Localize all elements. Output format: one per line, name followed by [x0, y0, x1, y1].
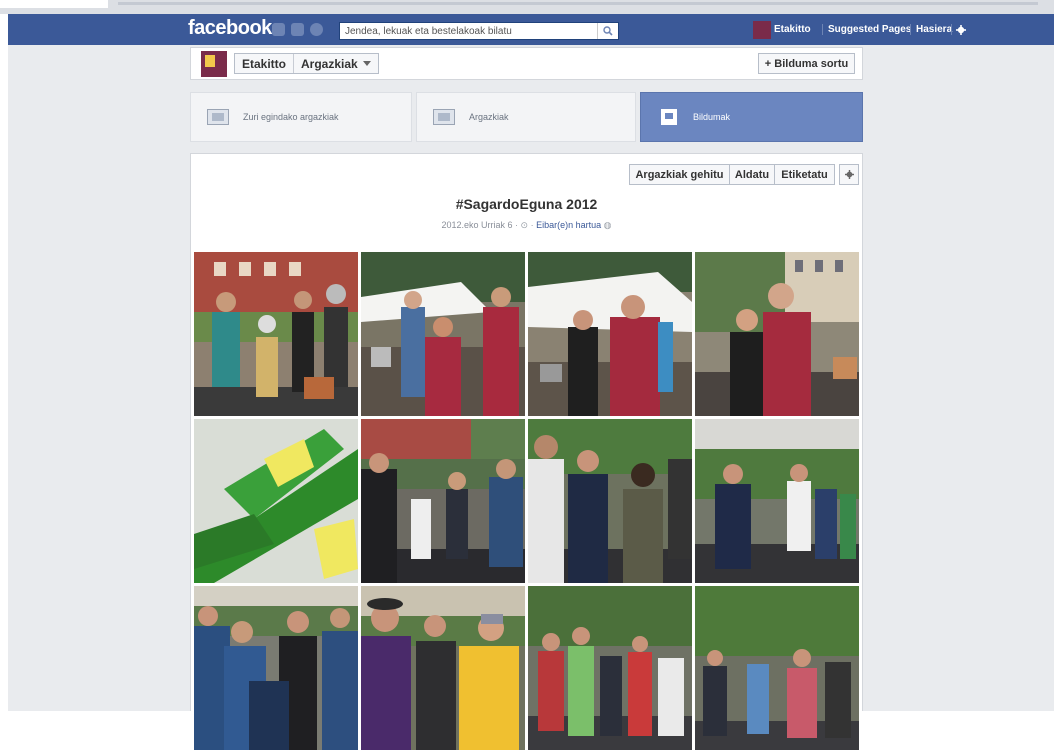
- friend-requests-icon[interactable]: [272, 23, 285, 36]
- facebook-top-bar: facebook Etakitto Suggested Pages Hasier…: [8, 14, 1054, 46]
- photo-thumbnail[interactable]: [528, 252, 692, 416]
- breadcrumb-section-label: Argazkiak: [301, 56, 358, 71]
- photo-thumbnail[interactable]: [695, 419, 859, 583]
- notifications-icon[interactable]: [310, 23, 323, 36]
- breadcrumb-section-dropdown[interactable]: Argazkiak: [294, 54, 378, 73]
- nav-link-etakitto[interactable]: Etakitto: [774, 24, 811, 35]
- settings-gear-icon[interactable]: [956, 25, 966, 35]
- album-title: #SagardoEguna 2012: [455, 196, 598, 212]
- album-options-button[interactable]: [839, 164, 859, 185]
- album-date: 2012.eko Urriak 6: [441, 220, 513, 230]
- photo-icon: [433, 109, 455, 125]
- tab-label: Zuri egindako argazkiak: [243, 112, 339, 122]
- facebook-logo[interactable]: facebook: [188, 17, 272, 40]
- nav-divider: [822, 24, 823, 35]
- photo-thumbnail[interactable]: [194, 419, 358, 583]
- nav-divider: [910, 24, 911, 35]
- breadcrumb: Etakitto Argazkiak: [234, 53, 379, 74]
- tag-button[interactable]: Etiketatu: [774, 164, 835, 185]
- photos-icon: [207, 109, 229, 125]
- photo-thumbnail[interactable]: [194, 586, 358, 750]
- page-header-card: Etakitto Argazkiak + Bilduma sortu: [190, 47, 863, 80]
- search-box: [339, 22, 619, 40]
- breadcrumb-page-name[interactable]: Etakitto: [235, 54, 295, 73]
- page-avatar[interactable]: [201, 51, 227, 77]
- tab-label: Bildumak: [693, 112, 731, 122]
- messages-icon[interactable]: [291, 23, 304, 36]
- clock-icon: ⊙: [520, 220, 529, 230]
- edit-album-button[interactable]: Aldatu: [729, 164, 775, 185]
- photo-thumbnail[interactable]: [194, 252, 358, 416]
- photo-thumbnail[interactable]: [528, 586, 692, 750]
- tab-label: Argazkiak: [469, 112, 509, 122]
- globe-icon: ◍: [603, 220, 612, 230]
- nav-link-hasiera[interactable]: Hasiera: [916, 24, 952, 35]
- photo-thumbnail[interactable]: [695, 586, 859, 750]
- photo-thumbnail[interactable]: [695, 252, 859, 416]
- album-icon: [661, 109, 677, 125]
- search-button[interactable]: [597, 23, 618, 39]
- nav-link-suggested-pages[interactable]: Suggested Pages: [828, 24, 911, 35]
- tab-albums[interactable]: Bildumak: [640, 92, 863, 142]
- photo-thumbnail[interactable]: [361, 586, 525, 750]
- album-location[interactable]: Eibar(e)n hartua: [536, 220, 601, 230]
- photo-thumbnail[interactable]: [361, 419, 525, 583]
- tab-photos[interactable]: Argazkiak: [416, 92, 636, 142]
- album-card: Argazkiak gehitu Aldatu Etiketatu #Sagar…: [190, 153, 863, 750]
- photo-thumbnail[interactable]: [361, 252, 525, 416]
- create-album-button[interactable]: + Bilduma sortu: [758, 53, 855, 74]
- page-avatar-small[interactable]: [753, 21, 771, 39]
- browser-toolbar-text: [118, 2, 1038, 5]
- album-meta: 2012.eko Urriak 6 · ⊙ · Eibar(e)n hartua…: [191, 220, 862, 231]
- photo-tabs: Zuri egindako argazkiak Argazkiak Bildum…: [190, 92, 863, 142]
- photo-thumbnail[interactable]: [528, 419, 692, 583]
- chevron-down-icon: [362, 61, 371, 66]
- nav-divider: [951, 24, 952, 35]
- tab-photos-of-you[interactable]: Zuri egindako argazkiak: [190, 92, 412, 142]
- search-input[interactable]: [340, 23, 605, 39]
- gear-icon: [844, 170, 854, 179]
- browser-top-strip: [0, 0, 1054, 14]
- search-icon: [603, 26, 613, 36]
- add-photos-button[interactable]: Argazkiak gehitu: [629, 164, 730, 185]
- browser-tab[interactable]: [0, 0, 108, 8]
